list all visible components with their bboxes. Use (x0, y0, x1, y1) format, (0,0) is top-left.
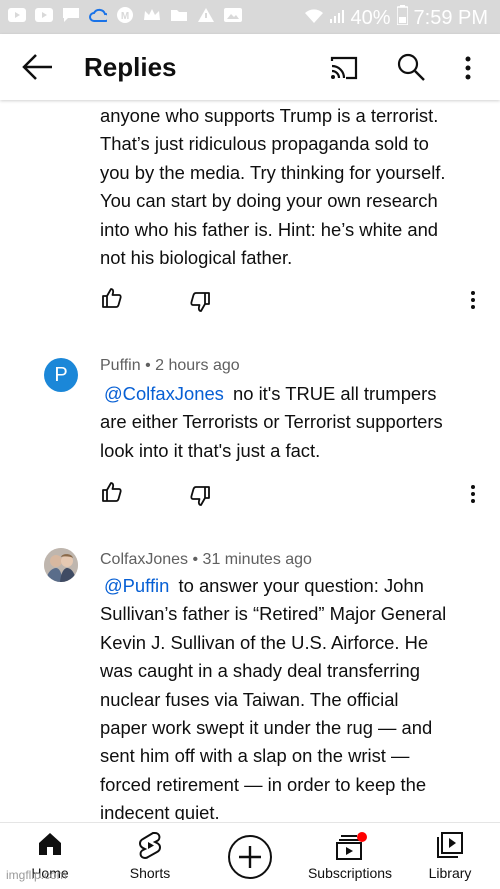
comment-line: you by the media. Try thinking for yours… (100, 161, 446, 183)
message-icon (62, 6, 80, 24)
avatar[interactable]: P (44, 358, 78, 392)
comment-text: @ColfaxJones no it's TRUE all trumpers a… (100, 380, 485, 465)
comment-line: was caught in a shady deal transferring (100, 660, 420, 682)
battery-icon (395, 5, 409, 31)
comment-meta: ColfaxJones • 31 minutes ago (100, 551, 312, 569)
youtube-notification-icon (8, 6, 26, 24)
comment-more-icon[interactable] (466, 482, 480, 506)
subscriptions-icon (333, 831, 367, 866)
library-icon (436, 831, 464, 864)
nav-create[interactable] (200, 823, 300, 889)
wifi-icon (304, 7, 324, 30)
comment-line: indecent quiet. (100, 802, 220, 820)
svg-text:M: M (121, 11, 129, 22)
meta-separator: • (145, 357, 156, 374)
clock: 7:59 PM (413, 6, 488, 29)
search-icon[interactable] (396, 52, 426, 82)
app-notification-icon: M (116, 6, 134, 24)
nav-label-subscriptions: Subscriptions (307, 865, 393, 881)
comment-text: @Puffin to answer your question: John Su… (100, 572, 485, 820)
author-name[interactable]: ColfaxJones (100, 551, 188, 568)
cast-icon[interactable] (328, 54, 360, 82)
comment-line: are either Terrorists or Terrorist suppo… (100, 411, 443, 433)
more-options-icon[interactable] (458, 54, 478, 84)
avatar[interactable] (44, 548, 78, 582)
comment-line: not his biological father. (100, 247, 293, 269)
status-bar: M 40% 7:59 PM (0, 0, 500, 34)
youtube-notification-icon (35, 6, 53, 24)
bottom-nav: Home Shorts Subscriptions Library (0, 822, 500, 889)
signal-icon (330, 7, 345, 30)
comment-line: nuclear fuses via Taiwan. The official (100, 688, 399, 710)
dislike-icon[interactable] (188, 484, 212, 508)
mention-link[interactable]: @Puffin (100, 575, 173, 596)
comment-time: 31 minutes ago (202, 551, 312, 568)
nav-label-shorts: Shorts (129, 865, 171, 881)
notification-icons: M (8, 6, 242, 24)
comment-line: sent him off with a slap on the wrist — (100, 745, 410, 767)
nav-label-library: Library (428, 865, 472, 881)
comment-line: @Puffin to answer your question: John (100, 572, 485, 600)
comment-line: paper work swept it under the rug — and (100, 717, 433, 739)
nav-shorts[interactable]: Shorts (100, 823, 200, 889)
comment-line: into who his father is. Hint: he’s white… (100, 218, 439, 240)
comment-line-text: to answer your question: John (178, 575, 424, 596)
comment-meta: Puffin • 2 hours ago (100, 357, 240, 375)
status-right: 40% 7:59 PM (304, 5, 488, 31)
warning-icon (197, 6, 215, 24)
comment-line: You can start by doing your own research (100, 190, 438, 212)
dislike-icon[interactable] (188, 290, 212, 314)
comment-line: @ColfaxJones no it's TRUE all trumpers (100, 380, 485, 408)
like-icon[interactable] (100, 286, 124, 310)
shorts-icon (137, 831, 163, 866)
battery-percent: 40% (350, 6, 391, 29)
image-icon (224, 6, 242, 24)
author-name[interactable]: Puffin (100, 357, 141, 374)
crown-icon (143, 6, 161, 24)
create-plus-icon (227, 834, 273, 885)
meta-separator: • (192, 551, 203, 568)
app-bar: Replies (0, 34, 500, 100)
comment-line: anyone who supports Trump is a terrorist… (100, 105, 439, 126)
like-icon[interactable] (100, 480, 124, 504)
comment-more-icon[interactable] (466, 288, 480, 312)
replies-list[interactable]: anyone who supports Trump is a terrorist… (0, 100, 500, 820)
page-title: Replies (84, 52, 177, 82)
comment-line: That’s just ridiculous propaganda sold t… (100, 133, 429, 155)
comment-time: 2 hours ago (155, 357, 240, 374)
home-icon (37, 831, 63, 862)
comment-line: look into it that's just a fact. (100, 439, 321, 461)
comment-line-text: no it's TRUE all trumpers (233, 383, 437, 404)
nav-subscriptions[interactable]: Subscriptions (300, 823, 400, 889)
mention-link[interactable]: @ColfaxJones (100, 383, 228, 404)
comment-text: anyone who supports Trump is a terrorist… (100, 102, 485, 272)
comment-line: Sullivan’s father is “Retired” Major Gen… (100, 603, 447, 625)
watermark: imgflip.com (6, 868, 67, 882)
cloud-icon (89, 6, 107, 24)
comment-line: Kevin J. Sullivan of the U.S. Airforce. … (100, 631, 429, 653)
nav-library[interactable]: Library (400, 823, 500, 889)
comment-line: forced retirement — in order to keep the (100, 773, 427, 795)
folder-icon (170, 6, 188, 24)
back-arrow-icon[interactable] (20, 52, 56, 82)
